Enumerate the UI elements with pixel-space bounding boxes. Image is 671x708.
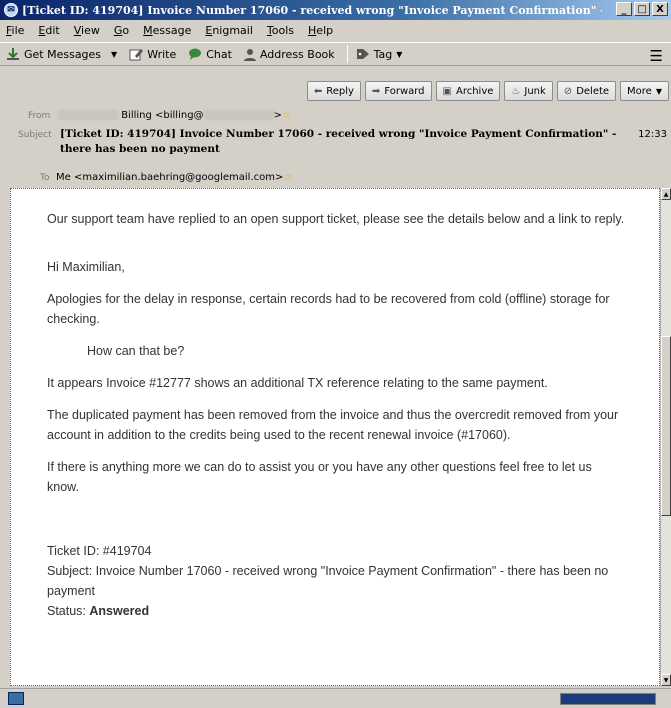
thunderbird-icon: ✉	[4, 3, 18, 17]
menu-tools[interactable]: Tools	[267, 24, 294, 37]
chevron-down-icon: ▼	[396, 49, 403, 59]
person-icon	[243, 48, 256, 61]
maximize-button[interactable]: □	[634, 2, 650, 16]
pencil-icon	[129, 49, 144, 61]
chevron-down-icon[interactable]: ▼	[111, 50, 117, 59]
duplicate-payment-paragraph: The duplicated payment has been removed …	[47, 408, 619, 442]
message-header: ⬅ Reply ➡ Forward ▣ Archive ♨ Junk ⊘ Del…	[0, 67, 671, 188]
delete-circle-icon: ⊘	[563, 85, 573, 97]
tag-icon	[356, 49, 369, 59]
minimize-button[interactable]: _	[616, 2, 632, 16]
menu-help[interactable]: Help	[308, 24, 333, 37]
junk-button[interactable]: ♨ Junk	[504, 81, 553, 101]
reply-arrow-icon: ⬅	[313, 85, 323, 97]
quoted-question: How can that be?	[87, 344, 185, 358]
scroll-thumb[interactable]	[661, 336, 671, 516]
toolbar-separator	[346, 45, 348, 63]
ticket-status: Status: Answered	[47, 604, 150, 618]
vertical-scrollbar[interactable]: ▲ ▼	[660, 188, 671, 686]
download-icon	[7, 48, 19, 60]
forward-button[interactable]: ➡ Forward	[364, 81, 432, 101]
closing-paragraph: If there is anything more we can do to a…	[47, 460, 592, 494]
menu-enigmail[interactable]: Enigmail	[205, 24, 253, 37]
menu-view[interactable]: View	[74, 24, 100, 37]
to-value[interactable]: Me <maximilian.baehring@googlemail.com>☆	[56, 172, 292, 183]
tag-button[interactable]: Tag ▼	[356, 48, 403, 61]
star-icon[interactable]: ☆	[282, 110, 291, 121]
message-body-content: Our support team have replied to an open…	[47, 209, 627, 633]
reply-button[interactable]: ⬅ Reply	[306, 81, 361, 101]
subject-label: Subject	[18, 130, 52, 140]
subject-value: [Ticket ID: 419704] Invoice Number 17060…	[60, 128, 617, 155]
from-value[interactable]: Billing <billing@ >☆	[58, 110, 291, 121]
scroll-down-arrow-icon[interactable]: ▼	[661, 674, 671, 686]
from-label: From	[28, 111, 51, 121]
message-actions: ⬅ Reply ➡ Forward ▣ Archive ♨ Junk ⊘ Del…	[306, 81, 669, 101]
main-toolbar: Get Messages ▼ Write Chat Address Book T…	[0, 42, 671, 66]
message-time: 12:33	[638, 129, 667, 140]
menu-edit[interactable]: Edit	[38, 24, 59, 37]
status-progress-bar	[560, 693, 656, 705]
intro-paragraph: Our support team have replied to an open…	[47, 212, 625, 226]
message-body[interactable]: Our support team have replied to an open…	[10, 188, 660, 686]
chat-button[interactable]: Chat	[188, 48, 232, 61]
menu-message[interactable]: Message	[143, 24, 191, 37]
greeting: Hi Maximilian,	[47, 260, 125, 274]
write-button[interactable]: Write	[129, 47, 176, 61]
redacted-domain	[203, 110, 274, 120]
archive-icon: ▣	[442, 85, 452, 97]
scroll-up-arrow-icon[interactable]: ▲	[661, 188, 671, 200]
ticket-id: Ticket ID: #419704	[47, 544, 152, 558]
junk-flame-icon: ♨	[511, 85, 521, 97]
invoice-paragraph: It appears Invoice #12777 shows an addit…	[47, 376, 548, 390]
ticket-subject: Subject: Invoice Number 17060 - received…	[47, 564, 609, 598]
apology-paragraph: Apologies for the delay in response, cer…	[47, 292, 610, 326]
menu-go[interactable]: Go	[114, 24, 129, 37]
forward-arrow-icon: ➡	[371, 85, 381, 97]
window-title: [Ticket ID: 419704] Invoice Number 17060…	[22, 3, 602, 17]
chat-bubble-icon	[189, 48, 202, 60]
online-status-icon[interactable]	[8, 692, 24, 705]
archive-button[interactable]: ▣ Archive	[435, 81, 501, 101]
menu-file[interactable]: File	[6, 24, 24, 37]
status-bar	[0, 688, 671, 708]
star-icon[interactable]: ☆	[283, 172, 292, 183]
chevron-down-icon: ▼	[655, 86, 662, 96]
delete-button[interactable]: ⊘ Delete	[556, 81, 617, 101]
get-messages-button[interactable]: Get Messages ▼	[6, 47, 117, 61]
to-label: To	[40, 173, 50, 183]
close-button[interactable]: X	[652, 2, 668, 16]
window-titlebar: ✉ [Ticket ID: 419704] Invoice Number 170…	[0, 0, 671, 20]
address-book-button[interactable]: Address Book	[243, 48, 335, 61]
menu-bar: File Edit View Go Message Enigmail Tools…	[0, 20, 671, 40]
redacted-name	[58, 110, 118, 120]
app-menu-icon[interactable]: ☰	[650, 47, 663, 65]
more-button[interactable]: More ▼	[620, 81, 669, 101]
